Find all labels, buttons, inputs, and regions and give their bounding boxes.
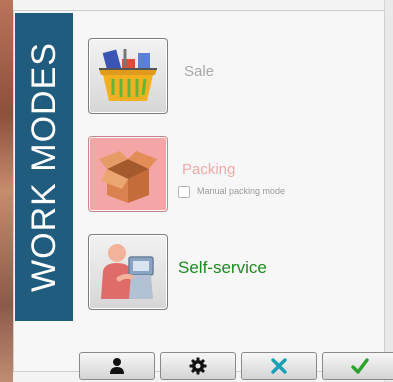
- close-icon: [271, 358, 287, 374]
- user-button[interactable]: [79, 352, 155, 380]
- settings-button[interactable]: [160, 352, 236, 380]
- background-edge-left: [0, 0, 13, 382]
- self-service-mode-label: Self-service: [178, 258, 267, 277]
- self-service-mode-button[interactable]: [88, 234, 168, 310]
- checkmark-icon: [351, 358, 369, 374]
- sidebar-title: WORK MODES: [25, 42, 63, 292]
- sidebar: WORK MODES: [15, 13, 73, 321]
- sale-mode-button[interactable]: [88, 38, 168, 114]
- bottom-toolbar: [13, 348, 393, 382]
- manual-packing-checkbox[interactable]: [178, 186, 190, 198]
- cancel-button[interactable]: [241, 352, 317, 380]
- packing-mode-label: Packing: [182, 161, 236, 178]
- self-service-terminal-icon: [101, 244, 154, 299]
- gear-icon: [189, 357, 207, 375]
- sale-mode-label: Sale: [184, 63, 215, 80]
- packing-mode-button[interactable]: [88, 136, 168, 212]
- manual-packing-label: Manual packing mode: [197, 186, 286, 196]
- background-edge-right: [384, 0, 393, 382]
- open-box-icon: [99, 151, 157, 203]
- user-icon: [110, 358, 124, 374]
- shopping-basket-icon: [99, 49, 157, 101]
- confirm-button[interactable]: [322, 352, 393, 380]
